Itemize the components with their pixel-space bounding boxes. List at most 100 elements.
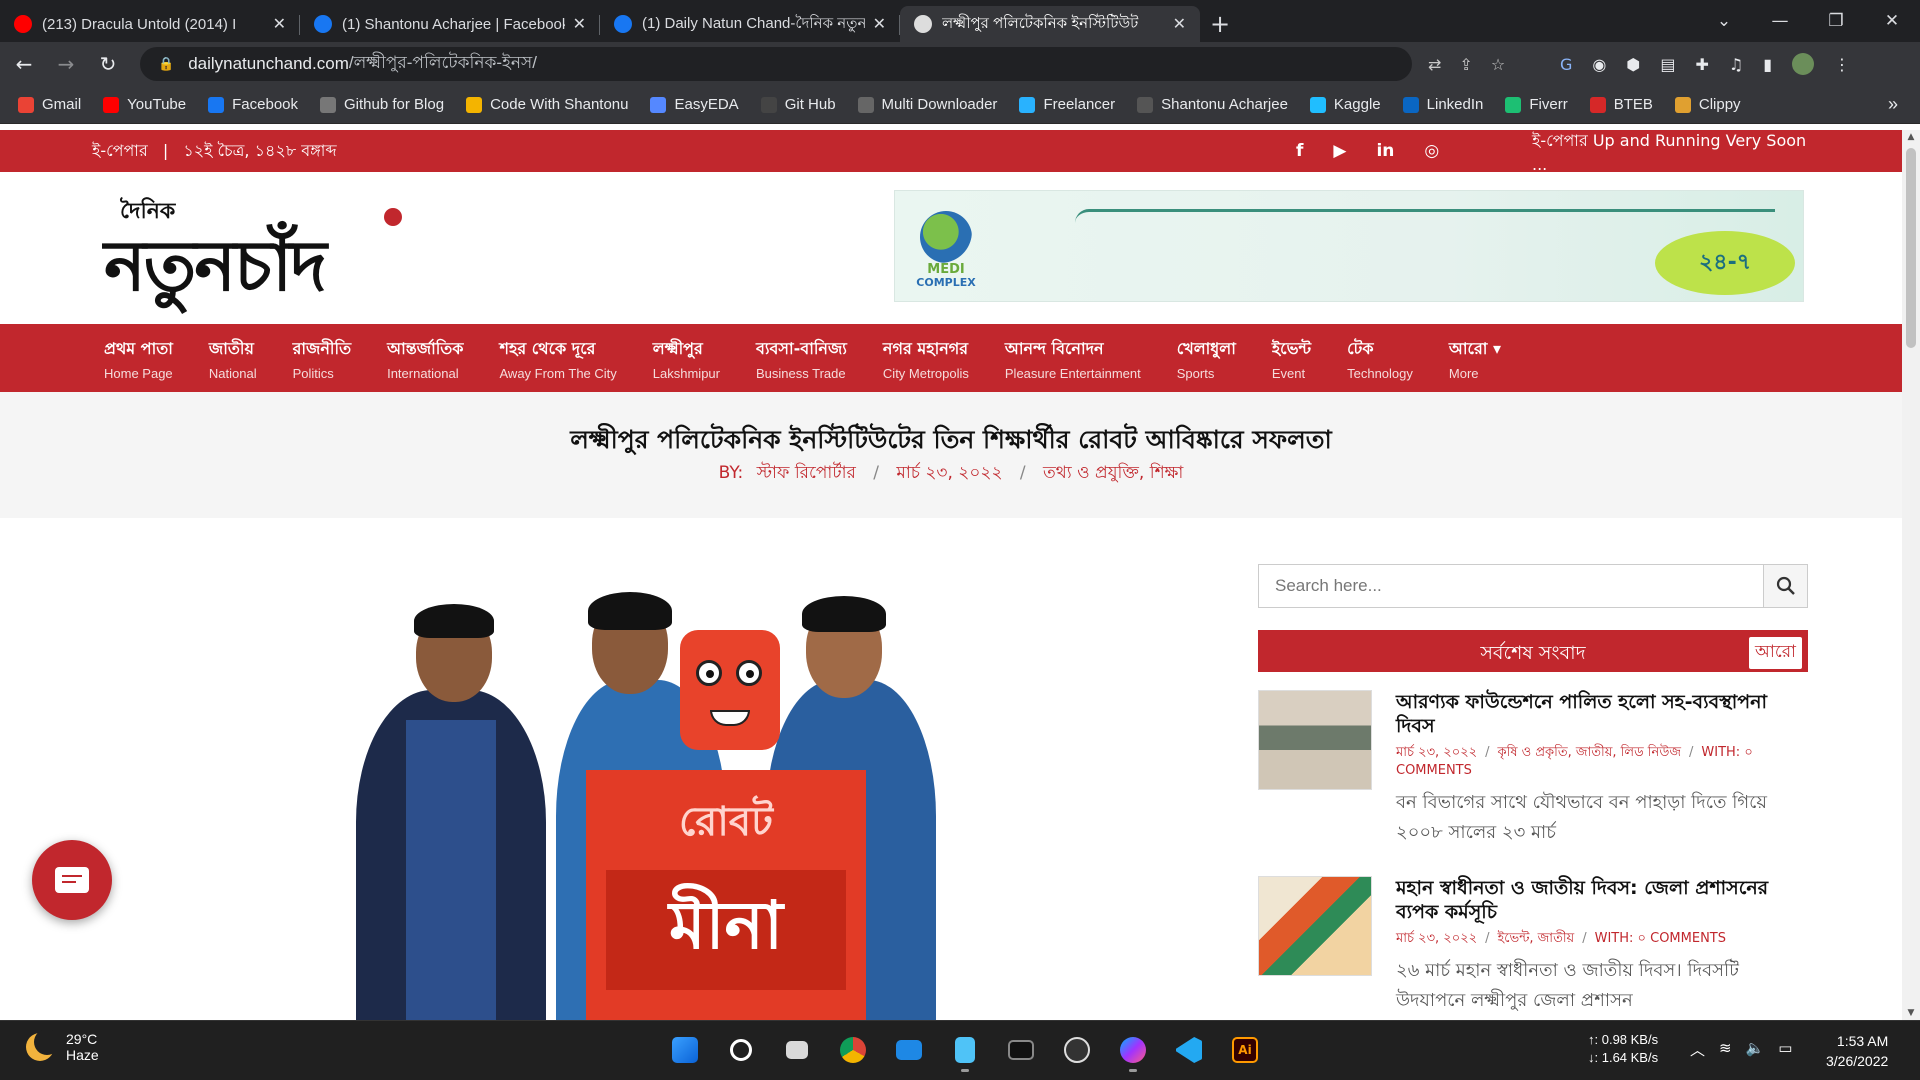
chevron-up-icon[interactable]: ︿ xyxy=(1690,1039,1705,1060)
bookmark-item[interactable]: Multi Downloader xyxy=(857,96,997,113)
nav-item[interactable]: আনন্দ বিনোদন Pleasure Entertainment xyxy=(1005,324,1141,392)
browser-tab[interactable]: (1) Shantonu Acharjee | Facebook ✕ xyxy=(300,6,600,42)
wifi-icon[interactable]: ≋ xyxy=(1719,1039,1732,1060)
notepad-app[interactable] xyxy=(948,1031,982,1072)
lock-icon[interactable]: 🔒 xyxy=(158,56,174,72)
epaper-link[interactable]: ই-পেপার xyxy=(92,141,148,160)
bookmark-star-icon[interactable]: ☆ xyxy=(1491,55,1505,74)
bookmark-item[interactable]: Gmail xyxy=(18,96,81,113)
profile-avatar[interactable] xyxy=(1792,53,1815,75)
new-tab-button[interactable]: + xyxy=(1200,6,1240,42)
close-tab-icon[interactable]: ✕ xyxy=(1173,14,1186,34)
battery-icon[interactable]: ▭ xyxy=(1778,1039,1792,1060)
share-icon[interactable]: ⇪ xyxy=(1459,55,1472,74)
author-link[interactable]: স্টাফ রিপোর্টার xyxy=(757,463,856,483)
bookmark-item[interactable]: Freelancer xyxy=(1019,96,1115,113)
bookmark-item[interactable]: Facebook xyxy=(208,96,298,113)
page-scrollbar[interactable]: ▲ ▼ xyxy=(1902,130,1920,1020)
instagram-icon[interactable]: ◎ xyxy=(1424,141,1439,161)
nav-item[interactable]: টেক Technology xyxy=(1347,324,1413,392)
latest-more-button[interactable]: আরো xyxy=(1749,637,1802,669)
extensions-puzzle-icon[interactable]: ✚ xyxy=(1695,55,1708,74)
maximize-button[interactable]: ❐ xyxy=(1808,11,1864,31)
bookmark-item[interactable]: YouTube xyxy=(103,96,186,113)
desktop-app[interactable] xyxy=(892,1031,926,1069)
chrome-taskbar-app[interactable] xyxy=(836,1031,870,1069)
translate-icon[interactable]: ⇄ xyxy=(1428,55,1441,74)
close-tab-icon[interactable]: ✕ xyxy=(873,14,886,34)
taskbar-clock[interactable]: 1:53 AM 3/26/2022 xyxy=(1826,1031,1888,1071)
taskbar-search[interactable] xyxy=(724,1031,758,1069)
browser-tab[interactable]: লক্ষ্মীপুর পলিটেকনিক ইনস্টিটিউট ✕ xyxy=(900,6,1200,42)
bookmark-item[interactable]: Kaggle xyxy=(1309,96,1381,113)
nav-item[interactable]: খেলাধুলা Sports xyxy=(1177,324,1236,392)
bookmark-item[interactable]: Github for Blog xyxy=(320,96,444,113)
site-logo[interactable]: দৈনিক নতুনচাঁদ xyxy=(104,194,464,307)
bookmark-item[interactable]: Fiverr xyxy=(1505,96,1568,113)
post-thumbnail[interactable] xyxy=(1258,690,1372,790)
nav-item[interactable]: রাজনীতি Politics xyxy=(293,324,351,392)
media-control-icon[interactable]: ♫ xyxy=(1729,55,1743,74)
bookmark-item[interactable]: Shantonu Acharjee xyxy=(1137,96,1288,113)
close-tab-icon[interactable]: ✕ xyxy=(573,14,586,34)
nav-item[interactable]: আরো ▾ More xyxy=(1449,324,1501,392)
youtube-icon[interactable]: ▶ xyxy=(1333,141,1346,161)
weather-widget[interactable]: 29°C Haze xyxy=(26,1029,99,1063)
vscode-app[interactable] xyxy=(1172,1031,1206,1069)
bookmark-item[interactable]: BTEB xyxy=(1589,96,1653,113)
terminal-app[interactable] xyxy=(1004,1031,1038,1069)
bookmarks-overflow-icon[interactable]: » xyxy=(1888,94,1898,115)
side-panel-icon[interactable]: ▮ xyxy=(1763,55,1772,74)
start-button[interactable] xyxy=(668,1031,702,1069)
nav-item[interactable]: ব্যবসা-বানিজ্য Business Trade xyxy=(756,324,847,392)
linkedin-icon[interactable]: in xyxy=(1376,141,1394,161)
address-bar[interactable]: 🔒 dailynatunchand.com /লক্ষ্মীপুর-পলিটেক… xyxy=(140,47,1412,81)
browser-tab[interactable]: (213) Dracula Untold (2014) I ✕ xyxy=(0,6,300,42)
article-date[interactable]: মার্চ ২৩, ২০২২ xyxy=(896,463,1002,483)
ticker-text[interactable]: ই-পেপার Up and Running Very Soon ... xyxy=(1532,130,1822,174)
print-extension-icon[interactable]: ▤ xyxy=(1660,55,1675,74)
scroll-up-icon[interactable]: ▲ xyxy=(1902,132,1920,142)
post-title[interactable]: মহান স্বাধীনতা ও জাতীয় দিবস: জেলা প্রশা… xyxy=(1396,876,1808,924)
tab-search-icon[interactable]: ⌄ xyxy=(1696,11,1752,31)
screenshot-extension-icon[interactable]: ◉ xyxy=(1592,55,1606,74)
post-date[interactable]: মার্চ ২৩, ২০২২ xyxy=(1396,745,1477,760)
nav-item[interactable]: প্রথম পাতা Home Page xyxy=(104,324,173,392)
scroll-down-icon[interactable]: ▼ xyxy=(1902,1008,1920,1018)
volume-icon[interactable]: 🔈 xyxy=(1746,1039,1765,1060)
nav-item[interactable]: ইভেন্ট Event xyxy=(1272,324,1311,392)
messenger-app[interactable] xyxy=(1116,1031,1150,1072)
chrome-menu-icon[interactable]: ⋮ xyxy=(1834,55,1850,74)
header-ad-banner[interactable]: MEDI COMPLEX ২৪-৭ xyxy=(894,190,1804,302)
post-categories[interactable]: ইভেন্ট, জাতীয় xyxy=(1498,931,1575,946)
minimize-button[interactable]: — xyxy=(1752,11,1808,31)
bookmark-item[interactable]: LinkedIn xyxy=(1402,96,1483,113)
nav-item[interactable]: লক্ষ্মীপুর Lakshmipur xyxy=(653,324,720,392)
bookmark-item[interactable]: Code With Shantonu xyxy=(466,96,628,113)
search-input[interactable] xyxy=(1259,565,1763,607)
chat-button[interactable] xyxy=(32,840,112,920)
close-tab-icon[interactable]: ✕ xyxy=(273,14,286,34)
task-view-button[interactable] xyxy=(780,1031,814,1069)
reload-button[interactable]: ↻ xyxy=(90,52,126,76)
nav-item[interactable]: জাতীয় National xyxy=(209,324,257,392)
facebook-icon[interactable]: f xyxy=(1296,141,1303,161)
nav-item[interactable]: আন্তর্জাতিক International xyxy=(387,324,463,392)
back-button[interactable]: ← xyxy=(6,52,42,76)
post-thumbnail[interactable] xyxy=(1258,876,1372,976)
bookmark-item[interactable]: Clippy xyxy=(1674,96,1741,113)
scrollbar-thumb[interactable] xyxy=(1906,148,1916,348)
post-date[interactable]: মার্চ ২৩, ২০২২ xyxy=(1396,931,1477,946)
post-comments[interactable]: WITH: ০ COMMENTS xyxy=(1595,931,1726,946)
bookmark-item[interactable]: Git Hub xyxy=(760,96,836,113)
vpn-extension-icon[interactable]: ⬢ xyxy=(1626,55,1640,74)
article-categories[interactable]: তথ্য ও প্রযুক্তি, শিক্ষা xyxy=(1043,463,1183,483)
nav-item[interactable]: শহর থেকে দূরে Away From The City xyxy=(500,324,617,392)
post-title[interactable]: আরণ্যক ফাউন্ডেশনে পালিত হলো সহ-ব্যবস্থাপ… xyxy=(1396,690,1808,738)
google-translate-extension-icon[interactable]: G xyxy=(1560,55,1572,74)
search-button[interactable] xyxy=(1763,565,1807,607)
browser-tab[interactable]: (1) Daily Natun Chand-দৈনিক নতুন ✕ xyxy=(600,6,900,42)
close-window-button[interactable]: ✕ xyxy=(1864,11,1920,31)
bookmark-item[interactable]: EasyEDA xyxy=(650,96,739,113)
post-categories[interactable]: কৃষি ও প্রকৃতি, জাতীয়, লিড নিউজ xyxy=(1498,745,1682,760)
